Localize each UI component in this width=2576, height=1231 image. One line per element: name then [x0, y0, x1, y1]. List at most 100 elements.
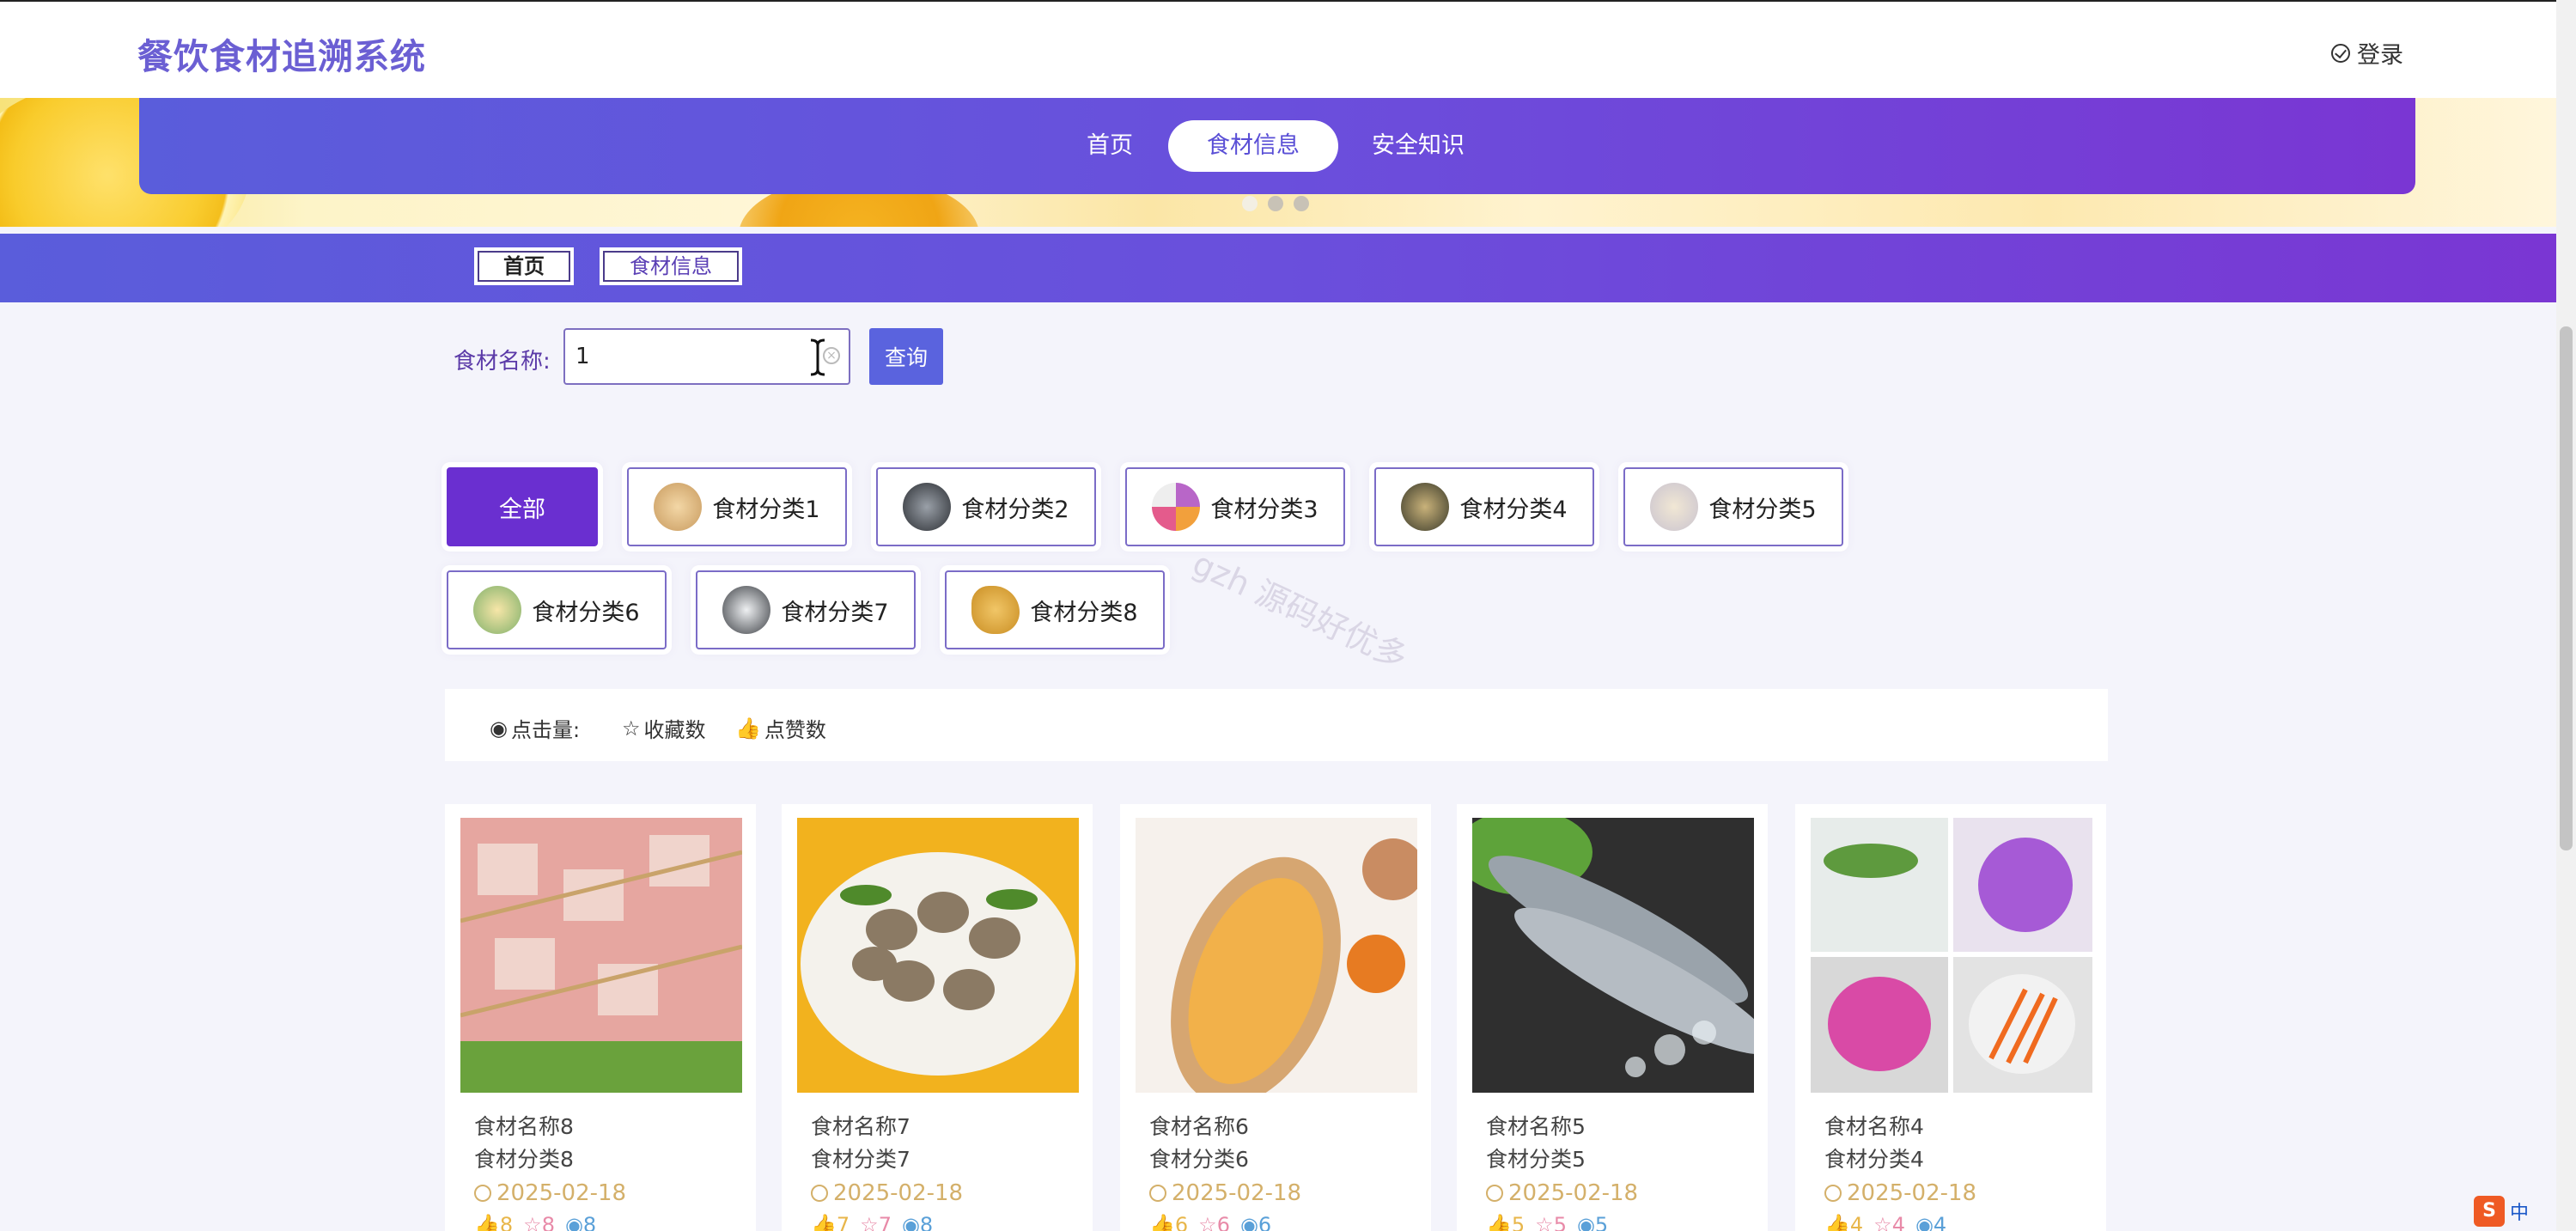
- carousel-dot[interactable]: [1242, 196, 1258, 211]
- category-label: 食材分类3: [1210, 496, 1318, 523]
- product-date: 2025-02-18: [1824, 1180, 1976, 1206]
- product-date: 2025-02-18: [1486, 1180, 1638, 1206]
- sort-bar: ◉ 点击量: ☆ 收藏数 👍 点赞数: [445, 689, 2108, 761]
- product-name: 食材名称8: [474, 1114, 574, 1139]
- favorite-count: ☆4: [1873, 1213, 1905, 1231]
- category-thumb-icon: [1650, 483, 1699, 531]
- date-text: 2025-02-18: [833, 1180, 964, 1206]
- breadcrumb-current[interactable]: 食材信息: [600, 247, 742, 285]
- scrollbar-thumb[interactable]: [2560, 326, 2573, 850]
- category-3[interactable]: 食材分类3: [1125, 467, 1345, 546]
- category-label: 全部: [499, 496, 545, 523]
- nav-safety-knowledge[interactable]: 安全知识: [1345, 120, 1491, 172]
- product-category: 食材分类8: [474, 1147, 574, 1172]
- search-button[interactable]: 查询: [869, 328, 943, 385]
- top-header: 餐饮食材追溯系统 登录: [0, 0, 2556, 98]
- product-card[interactable]: 食材名称4 食材分类4 2025-02-18 👍4 ☆4 ◉4: [1795, 804, 2106, 1231]
- date-text: 2025-02-18: [1172, 1180, 1302, 1206]
- star-icon: ☆: [622, 716, 641, 740]
- view-count: ◉8: [565, 1213, 596, 1231]
- category-label: 食材分类7: [781, 599, 889, 626]
- product-stats: 👍4 ☆4 ◉4: [1824, 1213, 1946, 1231]
- breadcrumb-home[interactable]: 首页: [474, 247, 574, 285]
- like-count-value: 6: [1174, 1213, 1189, 1231]
- eye-icon: ◉: [490, 716, 508, 740]
- site-title[interactable]: 餐饮食材追溯系统: [137, 27, 426, 79]
- sort-by-clicks[interactable]: ◉ 点击量:: [490, 713, 580, 743]
- category-6[interactable]: 食材分类6: [447, 570, 667, 649]
- watermark-text: gzh 源码好优多: [1186, 544, 1414, 677]
- search-label: 食材名称:: [454, 349, 551, 375]
- product-date: 2025-02-18: [474, 1180, 626, 1206]
- favorite-count-value: 8: [541, 1213, 555, 1231]
- product-card[interactable]: 食材名称6 食材分类6 2025-02-18 👍6 ☆6 ◉6: [1120, 804, 1431, 1231]
- category-label: 食材分类5: [1708, 496, 1817, 523]
- category-8[interactable]: 食材分类8: [945, 570, 1165, 649]
- view-count: ◉5: [1577, 1213, 1608, 1231]
- thumbs-up-icon: 👍: [735, 716, 761, 740]
- sort-clicks-label: 点击量:: [510, 718, 581, 742]
- category-thumb-icon: [903, 483, 952, 531]
- category-1[interactable]: 食材分类1: [627, 467, 847, 546]
- category-4[interactable]: 食材分类4: [1374, 467, 1594, 546]
- category-thumb-icon: [1152, 483, 1201, 531]
- page-scrollbar[interactable]: [2556, 0, 2576, 1231]
- product-name: 食材名称4: [1824, 1114, 1924, 1139]
- product-image[interactable]: [460, 818, 742, 1093]
- view-count-value: 8: [919, 1213, 934, 1231]
- main-nav: 首页 食材信息 安全知识: [139, 98, 2415, 194]
- view-count-value: 4: [1933, 1213, 1947, 1231]
- product-card[interactable]: 食材名称5 食材分类5 2025-02-18 👍5 ☆5 ◉5: [1457, 804, 1768, 1231]
- nav-home[interactable]: 首页: [1058, 120, 1161, 172]
- product-stats: 👍8 ☆8 ◉8: [474, 1213, 596, 1231]
- view-count: ◉8: [902, 1213, 933, 1231]
- favorite-count: ☆7: [860, 1213, 892, 1231]
- product-image[interactable]: [797, 818, 1079, 1093]
- sort-by-likes[interactable]: 👍 点赞数: [735, 713, 826, 743]
- like-count-value: 7: [836, 1213, 850, 1231]
- product-image[interactable]: [1811, 818, 2092, 1093]
- product-image[interactable]: [1472, 818, 1754, 1093]
- date-text: 2025-02-18: [1847, 1180, 1977, 1206]
- breadcrumb: 首页 食材信息: [0, 234, 2556, 302]
- sort-by-favorites[interactable]: ☆ 收藏数: [622, 713, 706, 743]
- product-card[interactable]: 食材名称7 食材分类7 2025-02-18 👍7 ☆7 ◉8: [782, 804, 1093, 1231]
- product-name: 食材名称5: [1486, 1114, 1586, 1139]
- product-image[interactable]: [1136, 818, 1417, 1093]
- category-label: 食材分类6: [532, 599, 640, 626]
- carousel-dot[interactable]: [1268, 196, 1283, 211]
- favorite-count-value: 5: [1553, 1213, 1567, 1231]
- category-thumb-icon: [971, 586, 1020, 634]
- product-name: 食材名称7: [811, 1114, 910, 1139]
- category-7[interactable]: 食材分类7: [696, 570, 916, 649]
- category-label: 食材分类8: [1030, 599, 1138, 626]
- product-date: 2025-02-18: [1149, 1180, 1301, 1206]
- like-count: 👍8: [474, 1213, 513, 1231]
- product-name: 食材名称6: [1149, 1114, 1249, 1139]
- favorite-count: ☆6: [1198, 1213, 1230, 1231]
- product-stats: 👍7 ☆7 ◉8: [811, 1213, 933, 1231]
- ime-indicator[interactable]: S 中: [2474, 1196, 2529, 1227]
- view-count-value: 6: [1258, 1213, 1272, 1231]
- product-card[interactable]: 食材名称8 食材分类8 2025-02-18 👍8 ☆8 ◉8: [445, 804, 756, 1231]
- date-text: 2025-02-18: [1508, 1180, 1639, 1206]
- clock-icon: [811, 1185, 828, 1202]
- category-thumb-icon: [1401, 483, 1450, 531]
- product-stats: 👍6 ☆6 ◉6: [1149, 1213, 1271, 1231]
- category-label: 食材分类2: [961, 496, 1069, 523]
- like-count: 👍6: [1149, 1213, 1188, 1231]
- clock-icon: [1149, 1185, 1166, 1202]
- category-5[interactable]: 食材分类5: [1623, 467, 1843, 546]
- like-count: 👍5: [1486, 1213, 1525, 1231]
- category-all[interactable]: 全部: [447, 467, 598, 546]
- like-count: 👍7: [811, 1213, 850, 1231]
- clock-icon: [474, 1185, 491, 1202]
- category-2[interactable]: 食材分类2: [876, 467, 1096, 546]
- carousel-dot[interactable]: [1294, 196, 1309, 211]
- view-count: ◉6: [1240, 1213, 1271, 1231]
- category-thumb-icon: [654, 483, 703, 531]
- login-button[interactable]: 登录: [2331, 36, 2403, 70]
- nav-ingredient-info[interactable]: 食材信息: [1168, 120, 1338, 172]
- clear-icon[interactable]: ×: [823, 347, 840, 364]
- favorite-count-value: 6: [1216, 1213, 1230, 1231]
